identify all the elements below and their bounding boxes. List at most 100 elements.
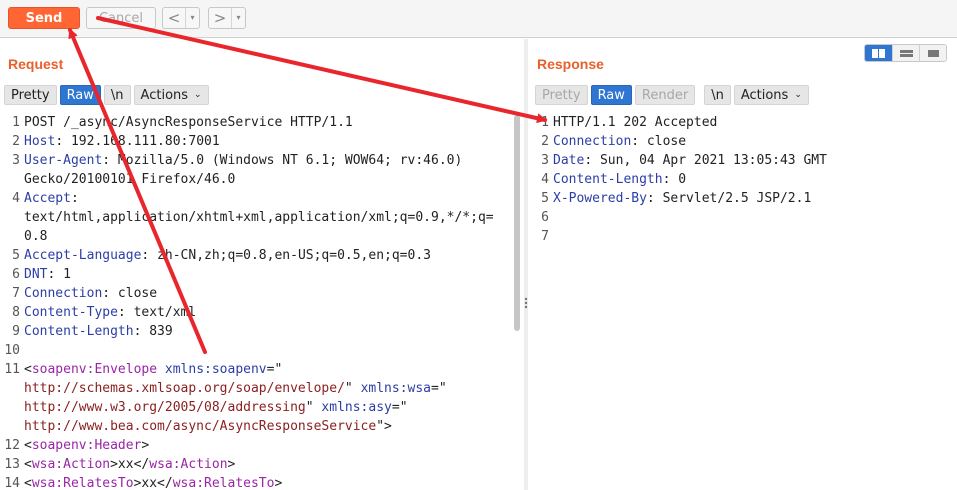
line-text: http://schemas.xmlsoap.org/soap/envelope…: [24, 379, 447, 398]
code-token: : Sun, 04 Apr 2021 13:05:43 GMT: [584, 153, 827, 168]
line-number: 13: [4, 457, 20, 472]
code-token: ": [305, 400, 322, 415]
line-number: 6: [541, 210, 549, 225]
forward-button[interactable]: > ▾: [208, 7, 246, 29]
line-text: <wsa:RelatesTo>xx</wsa:RelatesTo>: [24, 474, 282, 490]
response-title: Response: [537, 56, 604, 72]
code-token: >xx</: [133, 476, 173, 490]
request-tabs: Pretty Raw \n Actions ⌄: [4, 85, 209, 105]
line-number: 7: [541, 229, 549, 244]
line-number: 11: [4, 362, 20, 377]
line-text: Content-Length: 0: [553, 170, 686, 189]
back-button[interactable]: < ▾: [162, 7, 200, 29]
line-number: 14: [4, 476, 20, 490]
line-number: 2: [12, 134, 20, 149]
request-scrollbar[interactable]: [514, 115, 520, 331]
line-text: Connection: close: [24, 284, 157, 303]
code-token: <: [24, 438, 32, 453]
line-number: 2: [541, 134, 549, 149]
code-token: ": [344, 381, 361, 396]
layout-side-by-side-button[interactable]: [865, 45, 892, 61]
request-title: Request: [8, 56, 64, 72]
response-tab-newline[interactable]: \n: [704, 85, 731, 105]
code-token: http://www.bea.com/async/AsyncResponseSe…: [24, 419, 377, 434]
columns-icon: [872, 48, 885, 58]
request-editor[interactable]: 1 POST /_async/AsyncResponseService HTTP/…: [2, 113, 512, 490]
code-token: Content-Length: [553, 172, 663, 187]
code-token: POST /_async/AsyncResponseService HTTP/1…: [24, 115, 353, 130]
rows-icon: [899, 49, 913, 57]
layout-stacked-button[interactable]: [892, 45, 919, 61]
line-text: Accept:: [24, 189, 79, 208]
line-number: 5: [541, 191, 549, 206]
code-token: : Servlet/2.5 JSP/2.1: [646, 191, 812, 206]
code-token: http://www.w3.org/2005/08/addressing: [24, 400, 306, 415]
line-text: Content-Type: text/xml: [24, 303, 196, 322]
code-token: : close: [631, 134, 687, 149]
line-number: 12: [4, 438, 20, 453]
code-token: : 839: [133, 324, 173, 339]
response-actions-label: Actions: [740, 87, 789, 103]
line-number: 3: [12, 153, 20, 168]
request-actions-label: Actions: [140, 87, 189, 103]
code-token: text/html,application/xhtml+xml,applicat…: [24, 210, 494, 225]
code-token: : Mozilla/5.0 (Windows NT 6.1; WOW64; rv…: [102, 153, 463, 168]
line-number: 10: [4, 343, 20, 358]
code-token: >: [274, 476, 283, 490]
code-token: 0.8: [24, 229, 48, 244]
code-token: Content-Type: [24, 305, 118, 320]
line-number: 9: [12, 324, 20, 339]
code-token: Connection: [553, 134, 632, 149]
line-number: 7: [12, 286, 20, 301]
line-number: 3: [541, 153, 549, 168]
code-token: Accept: [24, 191, 71, 206]
request-actions-menu[interactable]: Actions ⌄: [133, 85, 209, 105]
line-text: POST /_async/AsyncResponseService HTTP/1…: [24, 113, 353, 132]
line-number: 4: [12, 191, 20, 206]
code-token: wsa:RelatesTo: [31, 476, 134, 490]
code-token: =": [431, 381, 447, 396]
code-token: Content-Length: [24, 324, 134, 339]
code-token: :: [70, 191, 79, 206]
layout-tabs-button[interactable]: [919, 45, 946, 61]
code-token: : 192.168.111.80:7001: [55, 134, 220, 149]
forward-history-dropdown-icon[interactable]: ▾: [231, 8, 245, 28]
response-tab-raw[interactable]: Raw: [590, 85, 632, 105]
response-tab-pretty[interactable]: Pretty: [535, 85, 588, 105]
code-token: X-Powered-By: [553, 191, 647, 206]
response-editor[interactable]: 1 HTTP/1.1 202 Accepted 2 Connection: close…: [531, 113, 951, 253]
code-token: >: [141, 438, 150, 453]
code-token: =": [391, 400, 408, 415]
chevron-down-icon: ⌄: [194, 90, 202, 100]
code-token: wsa:Action: [31, 457, 111, 472]
line-text: Gecko/20100101 Firefox/46.0: [24, 170, 235, 189]
line-text: http://www.w3.org/2005/08/addressing" xm…: [24, 398, 408, 417]
layout-toggle: [864, 44, 947, 62]
request-tab-raw[interactable]: Raw: [59, 85, 101, 105]
code-token: wsa:RelatesTo: [172, 476, 275, 490]
line-text: text/html,application/xhtml+xml,applicat…: [24, 208, 494, 227]
code-token: : zh-CN,zh;q=0.8,en-US;q=0.5,en;q=0.3: [141, 248, 431, 263]
line-text: Content-Length: 839: [24, 322, 173, 341]
line-text: HTTP/1.1 202 Accepted: [553, 113, 717, 132]
cancel-button[interactable]: Cancel: [86, 7, 156, 29]
request-tab-pretty[interactable]: Pretty: [4, 85, 57, 105]
line-number: 6: [12, 267, 20, 282]
line-number: 1: [541, 115, 549, 130]
drag-handle-icon: [524, 297, 528, 309]
response-actions-menu[interactable]: Actions ⌄: [733, 85, 809, 105]
code-token: wsa:Action: [149, 457, 228, 472]
response-tab-render[interactable]: Render: [634, 85, 696, 105]
line-text: User-Agent: Mozilla/5.0 (Windows NT 6.1;…: [24, 151, 462, 170]
request-tab-newline[interactable]: \n: [103, 85, 131, 105]
code-token: =": [266, 362, 283, 377]
single-pane-icon: [927, 49, 939, 57]
response-tabs: Pretty Raw Render \n Actions ⌄: [535, 85, 809, 105]
code-token: xmlns:asy: [321, 400, 392, 415]
line-text: X-Powered-By: Servlet/2.5 JSP/2.1: [553, 189, 811, 208]
code-token: : 0: [662, 172, 687, 187]
back-history-dropdown-icon[interactable]: ▾: [185, 8, 199, 28]
send-button[interactable]: Send: [8, 7, 80, 29]
back-arrow-icon: <: [167, 9, 181, 27]
pane-splitter[interactable]: [524, 39, 528, 490]
